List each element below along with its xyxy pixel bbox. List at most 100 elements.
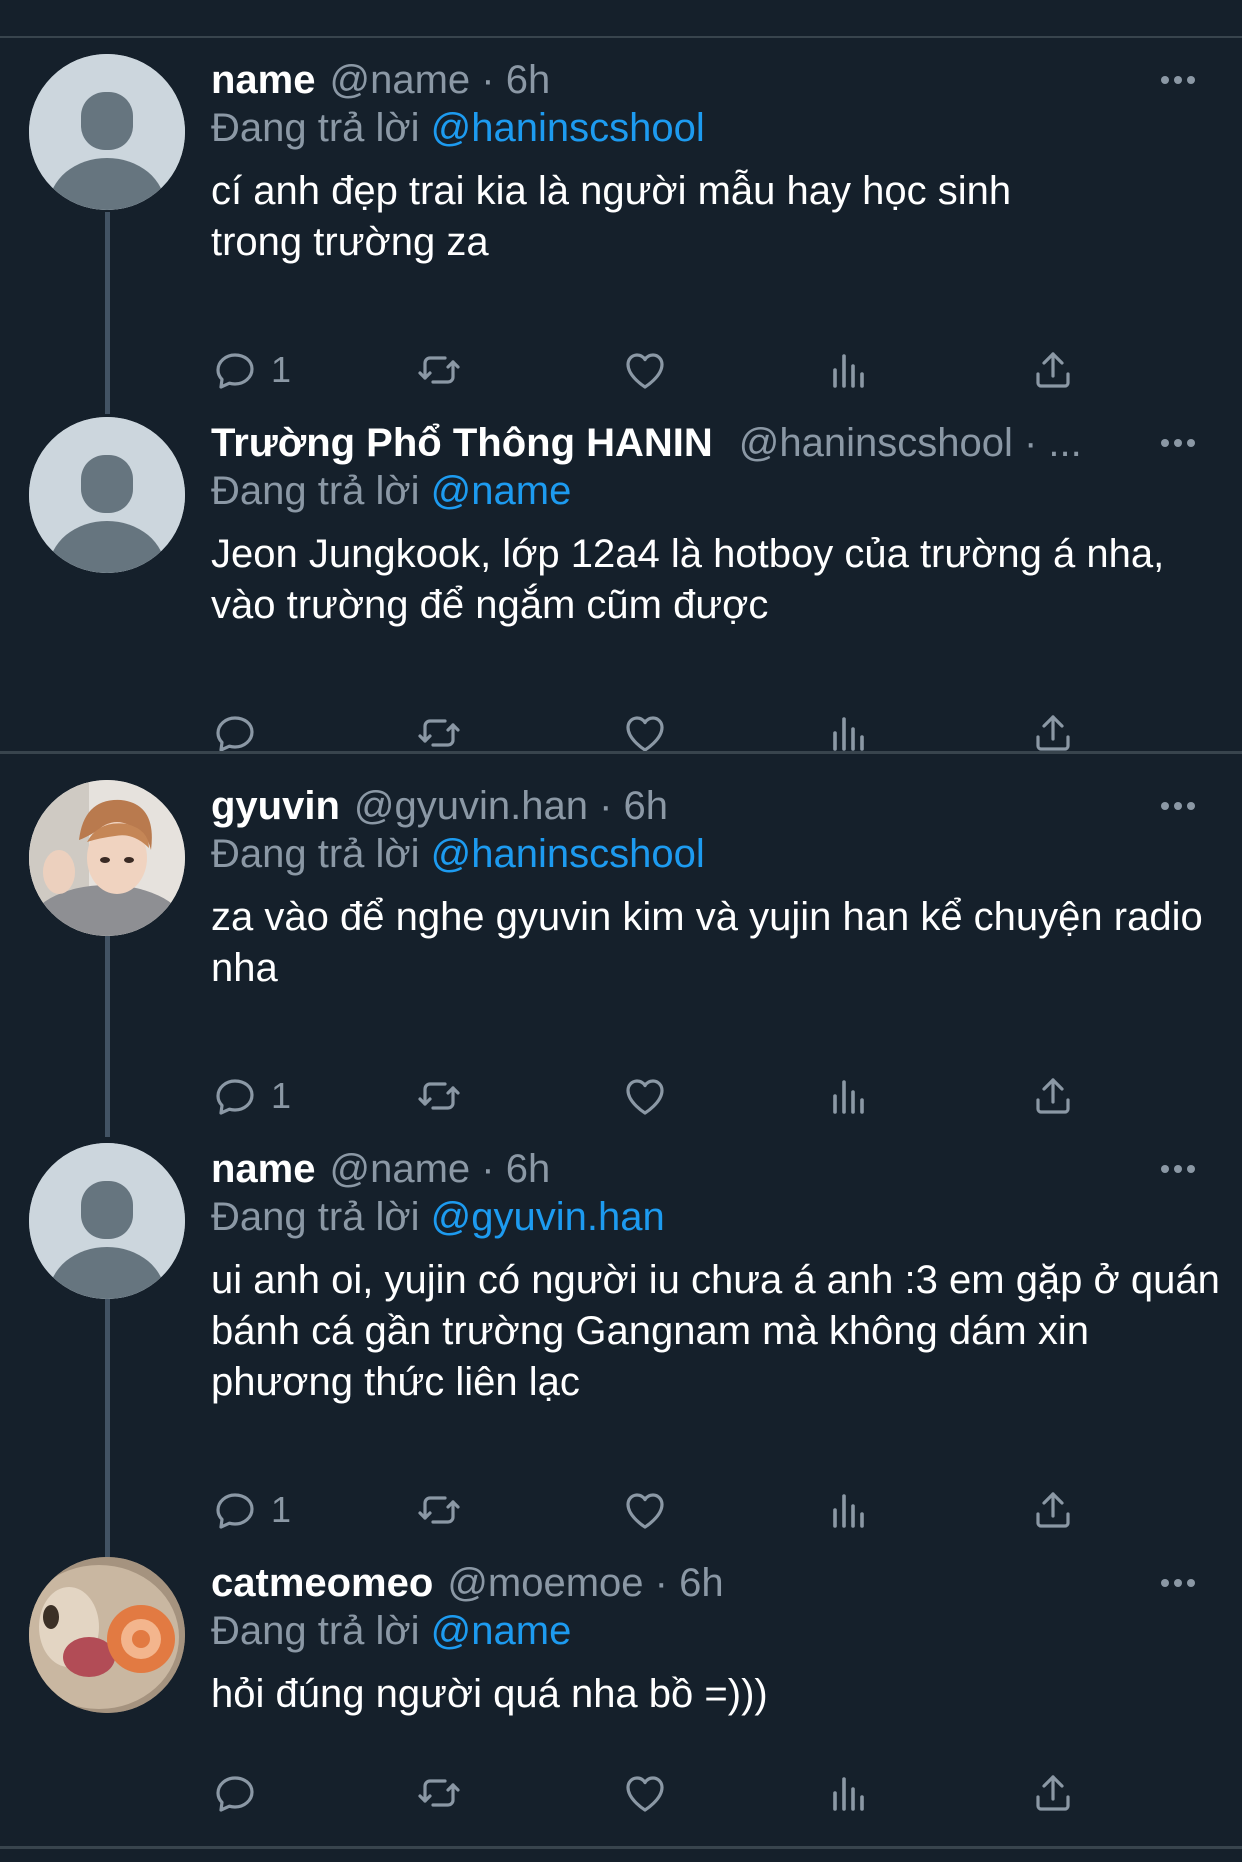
tweet-text: Jeon Jungkook, lớp 12a4 là hotboy của tr… xyxy=(211,532,1165,627)
share-button[interactable] xyxy=(1029,1066,1077,1126)
views-icon xyxy=(825,1486,873,1534)
reply-button[interactable]: 1 xyxy=(211,1480,291,1540)
share-icon xyxy=(1029,1486,1077,1534)
reply-icon xyxy=(211,346,259,394)
reply-button[interactable]: 1 xyxy=(211,1066,291,1126)
display-name[interactable]: name xyxy=(211,1147,316,1192)
share-button[interactable] xyxy=(1029,1480,1077,1540)
views-button[interactable] xyxy=(825,1066,873,1126)
action-bar: 1 xyxy=(211,340,1131,400)
like-button[interactable] xyxy=(621,340,669,400)
tweet-text: hỏi đúng người quá nha bồ =))) xyxy=(211,1672,768,1716)
reply-count: 1 xyxy=(271,1489,292,1530)
reply-icon xyxy=(211,1072,259,1120)
reply-button[interactable] xyxy=(211,1763,271,1823)
avatar[interactable] xyxy=(29,417,185,573)
views-button[interactable] xyxy=(825,1480,873,1540)
heart-icon xyxy=(621,1486,669,1534)
replying-to: Đang trả lời @haninscshool xyxy=(211,824,705,884)
avatar[interactable] xyxy=(29,54,185,210)
display-name[interactable]: Trường Phổ Thông HANIN xyxy=(211,421,713,466)
reply-icon xyxy=(211,1486,259,1534)
bottom-divider xyxy=(0,1846,1242,1849)
display-name[interactable]: gyuvin xyxy=(211,784,340,829)
heart-icon xyxy=(621,1072,669,1120)
action-bar xyxy=(211,1763,1131,1823)
reply-icon xyxy=(211,709,259,757)
handle-and-time: @name · 6h xyxy=(329,57,551,102)
tweet[interactable]: catmeomeo @moemoe · 6h Đang trả lời @nam… xyxy=(0,1553,1242,1843)
retweet-icon xyxy=(415,346,463,394)
replying-to: Đang trả lời @name xyxy=(211,1601,571,1661)
tweet[interactable]: name @name · 6h Đang trả lời @gyuvin.han… xyxy=(0,1139,1242,1530)
views-button[interactable] xyxy=(825,1763,873,1823)
retweet-icon xyxy=(415,1769,463,1817)
retweet-button[interactable] xyxy=(415,340,463,400)
tweet-text: za vào để nghe gyuvin kim và yujin han k… xyxy=(211,895,1203,990)
reply-icon xyxy=(211,1769,259,1817)
views-button[interactable] xyxy=(825,703,873,763)
retweet-button[interactable] xyxy=(415,1480,463,1540)
handle-and-time: @haninscshool · ... xyxy=(738,420,1082,465)
like-button[interactable] xyxy=(621,1763,669,1823)
replying-label: Đang trả lời xyxy=(211,832,420,876)
replying-label: Đang trả lời xyxy=(211,106,420,150)
like-button[interactable] xyxy=(621,1480,669,1540)
replying-label: Đang trả lời xyxy=(211,1609,420,1653)
retweet-icon xyxy=(415,1072,463,1120)
mention-link[interactable]: @gyuvin.han xyxy=(431,1195,665,1239)
reply-button[interactable]: 1 xyxy=(211,340,291,400)
avatar[interactable] xyxy=(29,780,185,936)
default-avatar-icon xyxy=(29,54,185,210)
share-icon xyxy=(1029,709,1077,757)
like-button[interactable] xyxy=(621,1066,669,1126)
views-icon xyxy=(825,1769,873,1817)
share-button[interactable] xyxy=(1029,703,1077,763)
mention-link[interactable]: @haninscshool xyxy=(431,106,705,150)
handle-and-time: @gyuvin.han · 6h xyxy=(353,783,669,828)
share-button[interactable] xyxy=(1029,340,1077,400)
retweet-button[interactable] xyxy=(415,1066,463,1126)
share-button[interactable] xyxy=(1029,1763,1077,1823)
heart-icon xyxy=(621,709,669,757)
more-icon[interactable] xyxy=(1158,50,1198,110)
replying-label: Đang trả lời xyxy=(211,1195,420,1239)
replying-to: Đang trả lời @name xyxy=(211,461,571,521)
more-icon[interactable] xyxy=(1158,1553,1198,1613)
top-divider xyxy=(0,36,1242,38)
share-icon xyxy=(1029,1072,1077,1120)
photo-avatar-cat-icon xyxy=(29,1557,185,1713)
tweet[interactable]: gyuvin @gyuvin.han · 6h Đang trả lời @ha… xyxy=(0,776,1242,1116)
conversation-divider xyxy=(0,751,1242,754)
action-bar: 1 xyxy=(211,1066,1131,1126)
mention-link[interactable]: @haninscshool xyxy=(431,832,705,876)
mention-link[interactable]: @name xyxy=(431,469,572,513)
more-icon[interactable] xyxy=(1158,776,1198,836)
views-icon xyxy=(825,1072,873,1120)
share-icon xyxy=(1029,346,1077,394)
views-icon xyxy=(825,709,873,757)
tweet-text: cí anh đẹp trai kia là người mẫu hay học… xyxy=(211,169,1012,264)
reply-button[interactable] xyxy=(211,703,271,763)
more-icon[interactable] xyxy=(1158,1139,1198,1199)
tweet[interactable]: name @name · 6h Đang trả lời @haninscsho… xyxy=(0,50,1242,390)
replying-to: Đang trả lời @gyuvin.han xyxy=(211,1187,665,1247)
retweet-button[interactable] xyxy=(415,703,463,763)
avatar[interactable] xyxy=(29,1557,185,1713)
like-button[interactable] xyxy=(621,703,669,763)
share-icon xyxy=(1029,1769,1077,1817)
more-icon[interactable] xyxy=(1158,413,1198,473)
replying-label: Đang trả lời xyxy=(211,469,420,513)
reply-count: 1 xyxy=(271,1075,292,1116)
heart-icon xyxy=(621,346,669,394)
display-name[interactable]: name xyxy=(211,58,316,103)
tweet[interactable]: Trường Phổ Thông HANIN @haninscshool · .… xyxy=(0,413,1242,743)
default-avatar-icon xyxy=(29,417,185,573)
display-name[interactable]: catmeomeo xyxy=(211,1561,433,1606)
retweet-icon xyxy=(415,1486,463,1534)
views-button[interactable] xyxy=(825,340,873,400)
avatar[interactable] xyxy=(29,1143,185,1299)
mention-link[interactable]: @name xyxy=(431,1609,572,1653)
reply-count: 1 xyxy=(271,349,292,390)
retweet-button[interactable] xyxy=(415,1763,463,1823)
